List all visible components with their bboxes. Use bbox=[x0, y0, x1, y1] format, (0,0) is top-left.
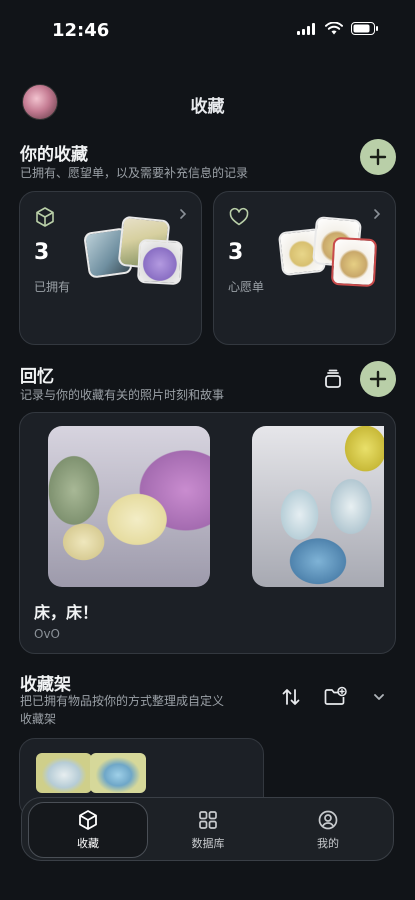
memory-author: OvO bbox=[34, 627, 60, 641]
chevron-right-icon bbox=[374, 209, 381, 219]
shelf-subtitle-line1: 把已拥有物品按你的方式整理成自定义 bbox=[20, 694, 225, 708]
cube-icon bbox=[79, 810, 97, 830]
folder-add-icon bbox=[324, 686, 347, 705]
memory-photo-1[interactable] bbox=[48, 426, 210, 587]
signal-icon bbox=[297, 22, 315, 35]
nav-item-database[interactable]: 数据库 bbox=[148, 802, 268, 858]
nav-item-collection[interactable]: 收藏 bbox=[28, 802, 148, 858]
profile-icon bbox=[318, 810, 338, 830]
collection-title: 你的收藏 bbox=[20, 145, 88, 165]
cube-icon bbox=[36, 207, 54, 227]
status-icons bbox=[297, 22, 379, 35]
owned-label: 已拥有 bbox=[34, 280, 71, 294]
battery-icon bbox=[351, 22, 378, 35]
wishlist-count: 3 bbox=[228, 240, 244, 265]
grid-icon bbox=[199, 811, 217, 829]
status-time: 12:46 bbox=[52, 20, 110, 41]
sort-icon bbox=[282, 689, 300, 705]
stack-view-button[interactable] bbox=[320, 366, 346, 392]
add-memory-button[interactable] bbox=[360, 361, 396, 397]
nav-item-profile[interactable]: 我的 bbox=[268, 802, 388, 858]
shelf-thumb-2 bbox=[90, 753, 146, 793]
wishlist-thumb-3 bbox=[330, 236, 378, 288]
memories-subtitle: 记录与你的收藏有关的照片时刻和故事 bbox=[20, 388, 225, 402]
expand-shelf-button[interactable] bbox=[366, 684, 392, 710]
shelf-thumb-1 bbox=[36, 753, 92, 793]
wishlist-card[interactable]: 3 心愿单 bbox=[213, 191, 396, 345]
wifi-icon bbox=[325, 22, 343, 35]
page-title: 收藏 bbox=[190, 97, 225, 117]
owned-count: 3 bbox=[34, 240, 50, 265]
plus-icon bbox=[369, 148, 387, 166]
nav-label-database: 数据库 bbox=[191, 837, 225, 850]
nav-label-collection: 收藏 bbox=[77, 837, 99, 850]
shelf-subtitle-line2: 收藏架 bbox=[20, 712, 57, 726]
header: 收藏 bbox=[0, 84, 415, 124]
stack-icon bbox=[325, 369, 341, 388]
add-collection-button[interactable] bbox=[360, 139, 396, 175]
add-shelf-button[interactable] bbox=[322, 684, 348, 710]
bottom-nav: 收藏 数据库 我的 bbox=[21, 797, 394, 861]
memory-photo-2[interactable] bbox=[252, 426, 384, 587]
status-bar: 12:46 bbox=[0, 0, 415, 60]
chevron-down-icon bbox=[374, 694, 384, 700]
chevron-right-icon bbox=[180, 209, 187, 219]
memories-title: 回忆 bbox=[20, 367, 54, 387]
wishlist-label: 心愿单 bbox=[228, 280, 265, 294]
plus-icon bbox=[369, 370, 387, 388]
owned-thumb-3 bbox=[136, 238, 184, 286]
nav-label-profile: 我的 bbox=[317, 837, 339, 850]
memory-card[interactable]: 床，床！ OvO bbox=[19, 412, 396, 654]
collection-subtitle: 已拥有、愿望单，以及需要补充信息的记录 bbox=[20, 166, 249, 180]
memory-caption: 床，床！ bbox=[34, 603, 99, 622]
owned-card[interactable]: 3 已拥有 bbox=[19, 191, 202, 345]
sort-button[interactable] bbox=[278, 684, 304, 710]
heart-icon bbox=[229, 207, 249, 226]
